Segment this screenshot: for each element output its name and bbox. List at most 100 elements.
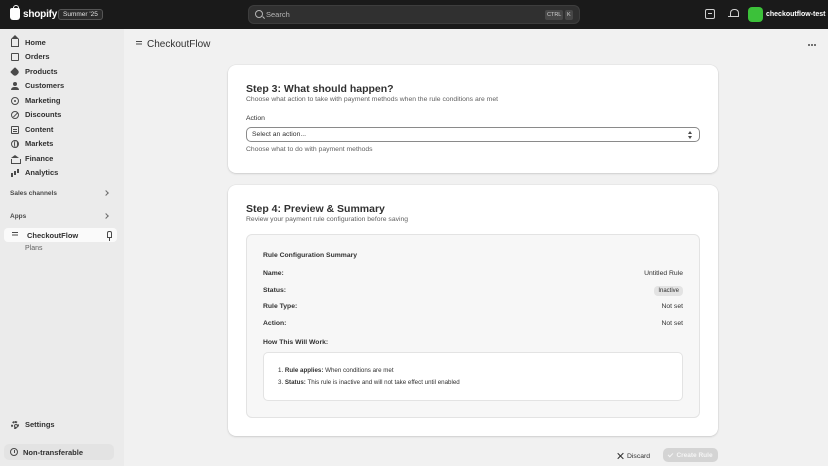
- footer-actions: Discard Create Rule: [124, 447, 828, 463]
- step3-title: Step 3: What should happen?: [246, 83, 394, 95]
- sidebar-item-label: Customers: [25, 81, 65, 90]
- orders-icon: [11, 52, 19, 61]
- sidebar-app-label: CheckoutFlow: [27, 230, 79, 240]
- tag-icon: [10, 66, 20, 77]
- summary-name-value: Untitled Rule: [644, 270, 683, 277]
- action-help-text: Choose what to do with payment methods: [246, 146, 373, 153]
- target-icon: [11, 96, 19, 105]
- action-select[interactable]: Select an action...: [246, 127, 700, 142]
- summary-rule-type-value: Not set: [661, 303, 683, 310]
- sidebar-item-analytics[interactable]: Analytics: [4, 166, 117, 179]
- sidebar-item-label: Marketing: [25, 96, 61, 105]
- summary-action-value: Not set: [661, 320, 683, 327]
- check-icon: [668, 451, 674, 457]
- how-line-1-term: Rule applies:: [284, 367, 324, 374]
- sidebar-item-home[interactable]: Home: [4, 34, 117, 49]
- how-line-3: 3. Status: This rule is inactive and wil…: [278, 379, 460, 386]
- pin-icon[interactable]: [107, 231, 112, 241]
- globe-icon: [11, 139, 19, 148]
- how-line-1-text: When conditions are met: [323, 367, 394, 374]
- how-line-3-number: 3.: [278, 379, 285, 386]
- step4-title: Step 4: Preview & Summary: [246, 203, 385, 215]
- sidebar-item-finance[interactable]: Finance: [4, 152, 117, 165]
- chart-icon: [11, 169, 19, 177]
- shopify-bag-icon: [10, 5, 20, 20]
- store-name: checkoutflow-test: [766, 11, 826, 18]
- page-title: CheckoutFlow: [147, 39, 211, 50]
- account-menu[interactable]: checkoutflow-test: [748, 7, 826, 22]
- sidebar-item-label: Discounts: [25, 110, 62, 119]
- shopify-logo[interactable]: shopify: [10, 5, 58, 20]
- search-bar[interactable]: Search CTRL K: [248, 5, 580, 24]
- info-icon: [10, 448, 18, 456]
- sidebar-item-label: Products: [25, 67, 58, 76]
- non-transferable-label: Non-transferable: [23, 447, 84, 457]
- sidebar-item-label: Markets: [25, 139, 54, 148]
- sidebar-item-label: Finance: [25, 154, 54, 163]
- step4-description: Review your payment rule configuration b…: [246, 216, 409, 223]
- how-it-works-box: 1. Rule applies: When conditions are met…: [263, 352, 683, 401]
- summary-status-label: Status:: [263, 287, 287, 294]
- sidebar-item-discounts[interactable]: Discounts: [4, 108, 117, 121]
- app-list-icon: [12, 231, 19, 239]
- summary-action-label: Action:: [263, 320, 287, 327]
- apps-chevron-icon[interactable]: [103, 213, 109, 219]
- sidebar-subitem-plans[interactable]: Plans: [25, 245, 43, 252]
- how-line-1-number: 1.: [278, 367, 285, 374]
- step3-description: Choose what action to take with payment …: [246, 96, 499, 103]
- bank-icon: [11, 154, 21, 164]
- non-transferable-badge[interactable]: Non-transferable: [4, 444, 114, 460]
- search-icon: [255, 10, 263, 18]
- sidebar-item-markets[interactable]: Markets: [4, 137, 117, 150]
- select-arrows-icon: [688, 131, 693, 139]
- discard-label: Discard: [627, 452, 651, 460]
- discard-button[interactable]: Discard: [617, 449, 650, 463]
- action-select-value: Select an action...: [252, 131, 307, 138]
- gear-icon: [11, 420, 19, 429]
- sidebar-item-checkoutflow[interactable]: CheckoutFlow: [4, 228, 117, 242]
- edition-badge[interactable]: Summer '25: [58, 9, 103, 20]
- store-avatar: [748, 7, 763, 22]
- notifications-bell-icon[interactable]: [728, 9, 739, 19]
- shortcut-k-key: K: [565, 10, 573, 20]
- sales-channels-chevron-icon[interactable]: [103, 190, 109, 196]
- top-bar: shopify Summer '25 Search CTRL K checkou…: [0, 0, 828, 29]
- sidebar-item-marketing[interactable]: Marketing: [4, 94, 117, 107]
- store-icon[interactable]: [705, 9, 715, 19]
- step4-card: Step 4: Preview & Summary Review your pa…: [228, 185, 718, 436]
- sidebar: Home Orders Products Customers Marketing…: [0, 29, 124, 466]
- how-line-3-term: Status:: [284, 379, 306, 386]
- close-icon: [617, 453, 623, 459]
- sidebar-item-orders[interactable]: Orders: [4, 50, 117, 63]
- rule-summary-box: Rule Configuration Summary Name: Untitle…: [246, 234, 700, 418]
- brand-name: shopify: [23, 8, 58, 20]
- create-rule-button[interactable]: Create Rule: [663, 448, 718, 462]
- sidebar-item-label: Analytics: [25, 168, 59, 177]
- content-icon: [11, 125, 19, 134]
- step3-card: Step 3: What should happen? Choose what …: [228, 65, 718, 173]
- page-header: CheckoutFlow: [124, 29, 828, 63]
- summary-rule-type-label: Rule Type:: [263, 303, 298, 310]
- home-icon: [11, 34, 19, 47]
- how-line-1: 1. Rule applies: When conditions are met: [278, 367, 394, 374]
- sidebar-item-content[interactable]: Content: [4, 123, 117, 136]
- sales-channels-heading[interactable]: Sales channels: [10, 190, 57, 197]
- sidebar-item-customers[interactable]: Customers: [4, 79, 117, 92]
- sidebar-item-label: Home: [25, 38, 46, 47]
- summary-name-label: Name:: [263, 270, 284, 277]
- shortcut-ctrl-key: CTRL: [545, 10, 564, 20]
- person-icon: [11, 81, 19, 90]
- apps-heading[interactable]: Apps: [10, 213, 26, 220]
- summary-title: Rule Configuration Summary: [263, 252, 358, 259]
- app-list-icon: [136, 41, 142, 47]
- sidebar-item-label: Content: [25, 125, 54, 134]
- create-rule-label: Create Rule: [676, 451, 713, 459]
- how-it-works-title: How This Will Work:: [263, 339, 329, 346]
- search-placeholder: Search: [266, 10, 290, 19]
- action-label: Action: [246, 115, 265, 122]
- more-actions-icon[interactable]: [808, 44, 810, 46]
- sidebar-item-label: Orders: [25, 52, 50, 61]
- sidebar-item-products[interactable]: Products: [4, 65, 117, 78]
- sidebar-item-settings[interactable]: Settings: [4, 418, 117, 431]
- main-content: CheckoutFlow Step 3: What should happen?…: [124, 29, 828, 466]
